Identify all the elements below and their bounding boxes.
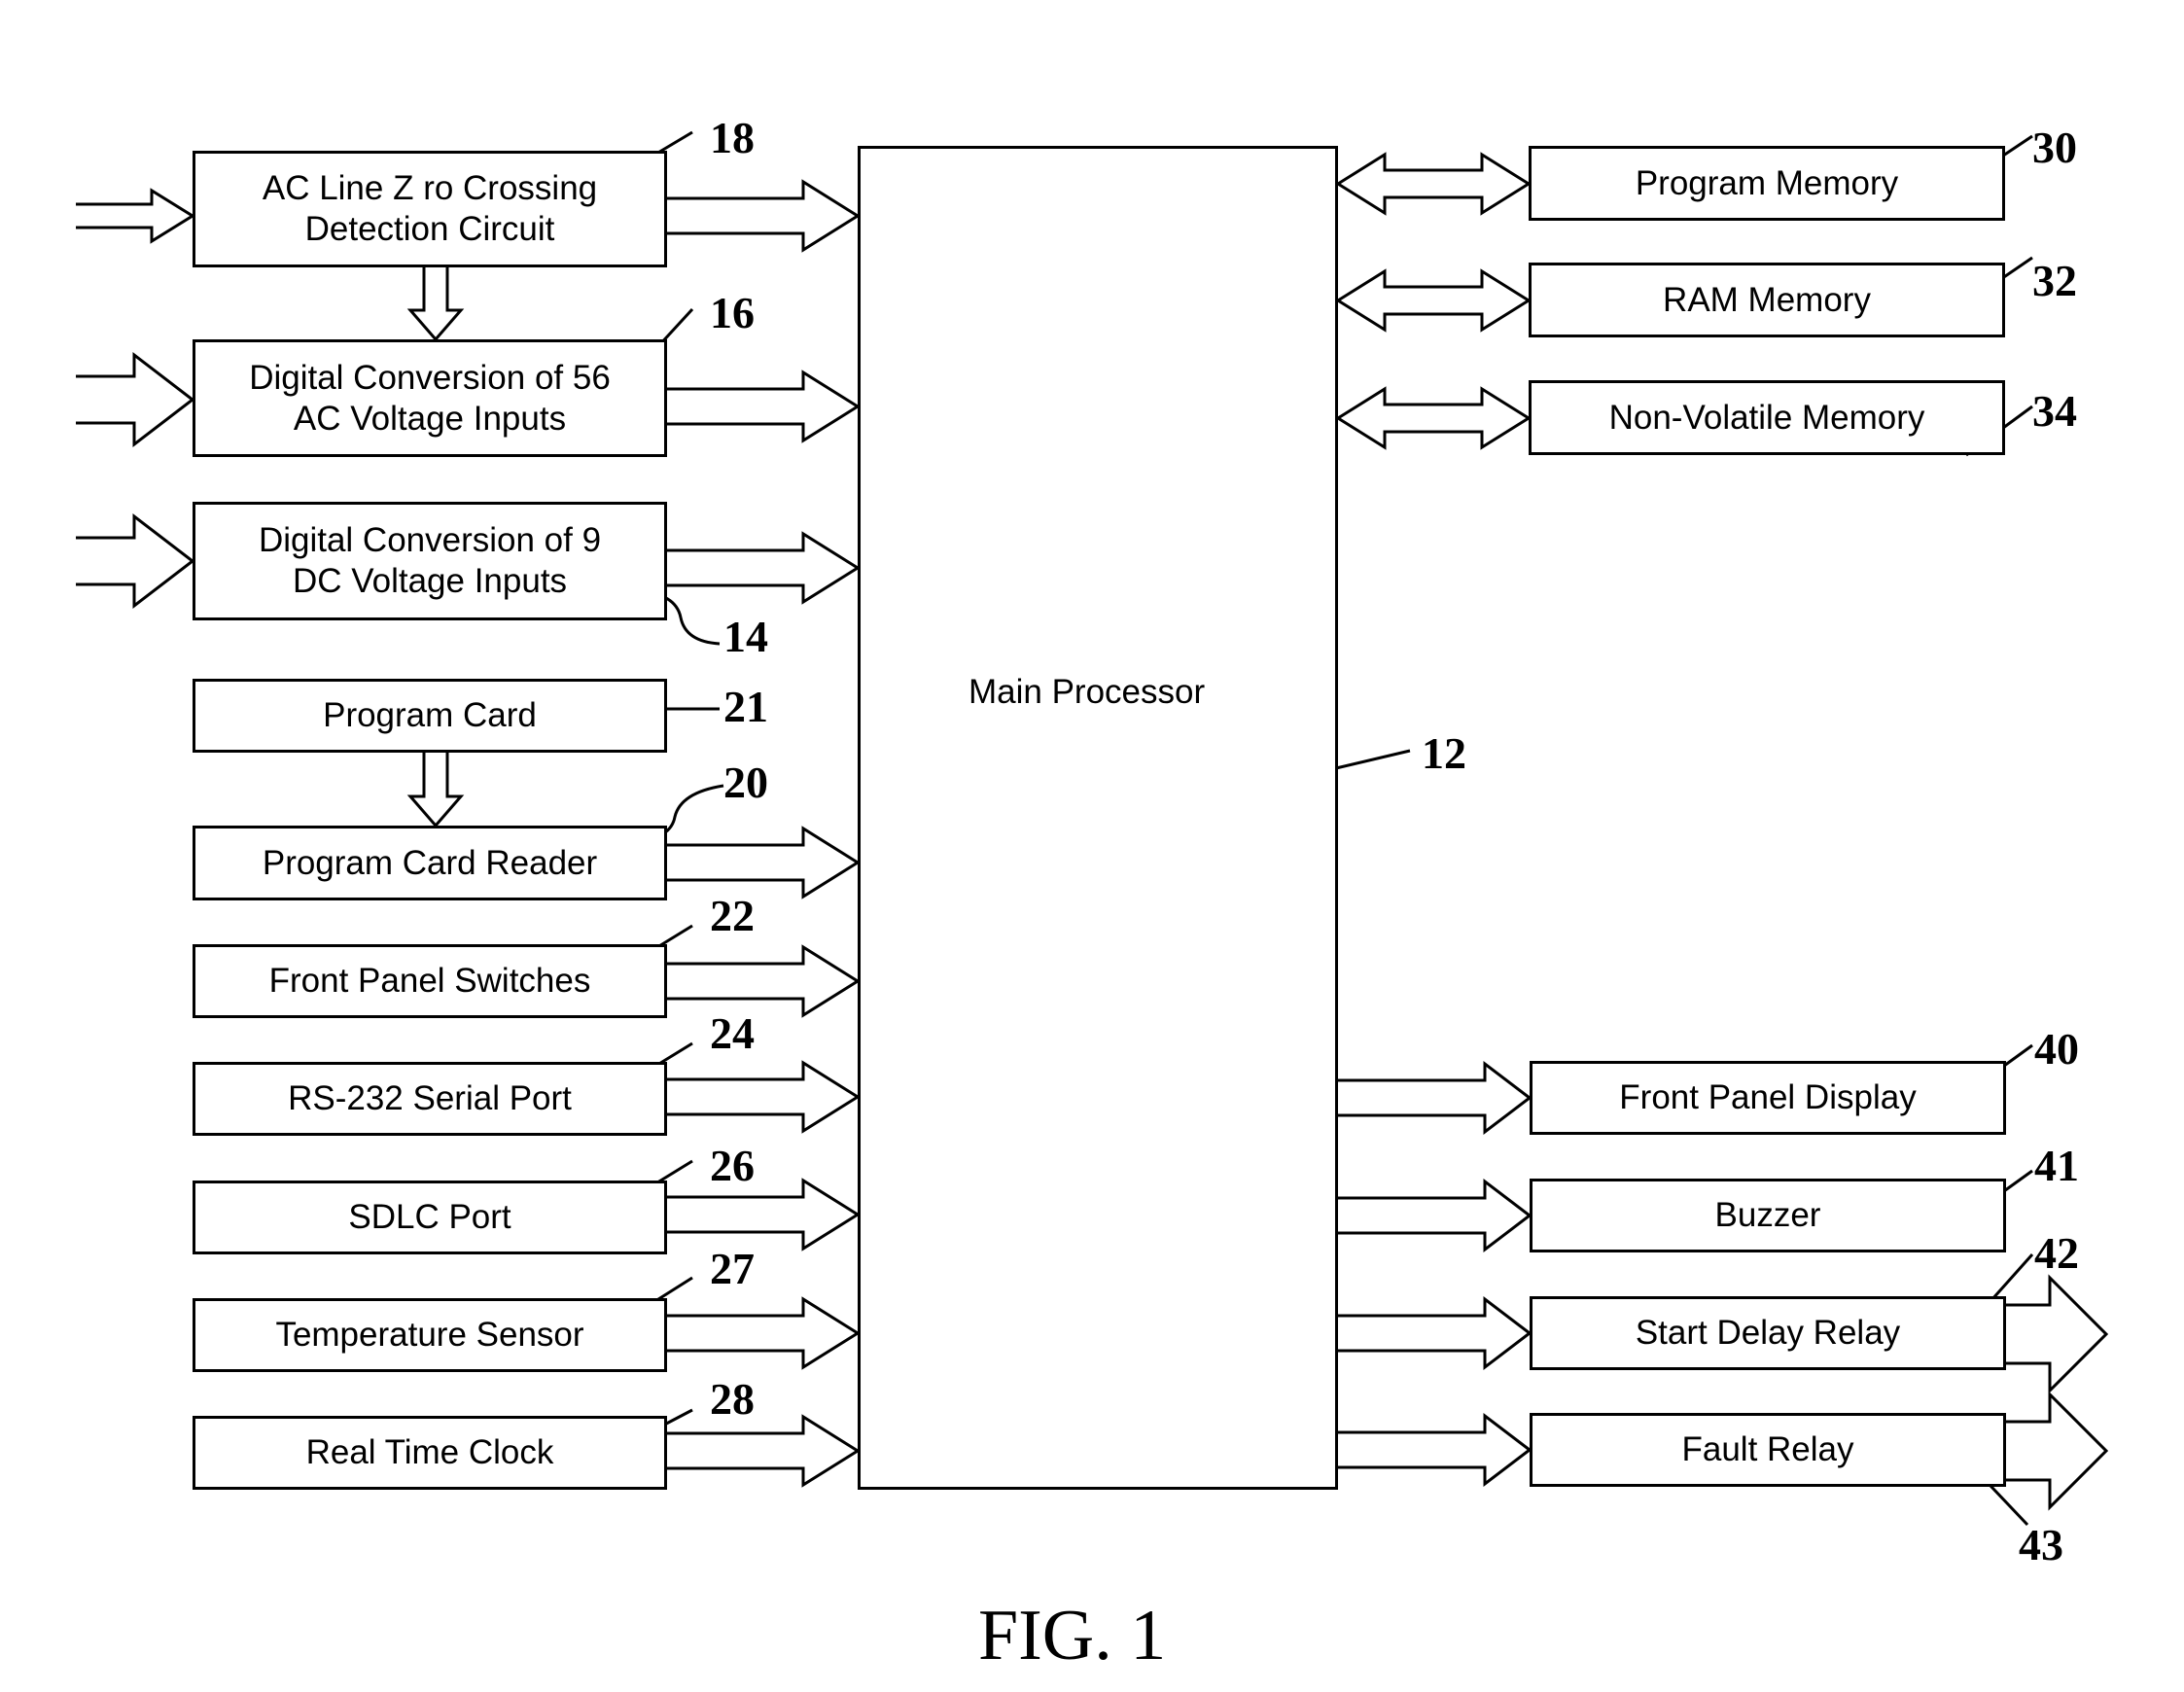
digital-conversion-of-56-ac-voltage-inputs-block: Digital Conversion of 56 AC Voltage Inpu… [193, 339, 667, 457]
block-label: Program Memory [1635, 163, 1899, 202]
block-label: Digital Conversion of 56 AC Voltage Inpu… [249, 358, 611, 438]
buzzer-block: Buzzer [1530, 1179, 2006, 1252]
ref-label-41: 41 [2034, 1141, 2079, 1190]
sdlc-port-block: SDLC Port [193, 1181, 667, 1254]
block-label: Program Card [323, 696, 537, 734]
ref-label-43: 43 [2019, 1520, 2063, 1569]
arrow-to-main-8 [667, 1296, 861, 1370]
ref-label-21: 21 [723, 682, 768, 731]
non-volatile-memory-block: Non-Volatile Memory [1529, 380, 2005, 455]
arrow-to-main-9 [667, 1414, 861, 1488]
arrow-to-output-0 [1338, 1060, 1532, 1136]
ram-memory-block: RAM Memory [1529, 263, 2005, 337]
rs-232-serial-port-block: RS-232 Serial Port [193, 1062, 667, 1136]
ref-label-28: 28 [710, 1374, 755, 1424]
block-label: SDLC Port [348, 1198, 511, 1236]
block-label: RAM Memory [1663, 280, 1871, 319]
program-memory-block: Program Memory [1529, 146, 2005, 221]
ref-label-40: 40 [2034, 1024, 2079, 1074]
relay-output-arrow-42 [2006, 1274, 2109, 1394]
memory-bus-arrow-0 [1335, 152, 1532, 216]
digital-conversion-of-9-dc-voltage-inputs-block: Digital Conversion of 9 DC Voltage Input… [193, 502, 667, 620]
block-label: Non-Volatile Memory [1608, 398, 1925, 437]
memory-bus-arrow-2 [1335, 386, 1532, 450]
ref-label-18: 18 [710, 113, 755, 162]
temperature-sensor-block: Temperature Sensor [193, 1298, 667, 1372]
arrow-to-main-0 [667, 179, 861, 253]
block-label: Program Card Reader [262, 843, 598, 882]
block-label: Front Panel Display [1619, 1078, 1917, 1116]
arrow-to-main-2 [667, 531, 861, 605]
ref-label-30: 30 [2032, 123, 2077, 172]
front-panel-switches-block: Front Panel Switches [193, 944, 667, 1018]
arrow-to-output-1 [1338, 1178, 1532, 1253]
memory-bus-arrow-1 [1335, 268, 1532, 333]
relay-output-arrow-43 [2006, 1391, 2109, 1511]
block-label: Front Panel Switches [268, 962, 591, 1000]
ref-label-14: 14 [723, 612, 768, 661]
ref-label-12: 12 [1422, 728, 1466, 778]
arrow-to-main-1 [667, 370, 861, 443]
ref-label-24: 24 [710, 1008, 755, 1058]
arrow-21-to-20 [406, 753, 465, 828]
block-label: Fault Relay [1681, 1430, 1854, 1468]
block-label: Digital Conversion of 9 DC Voltage Input… [258, 521, 602, 600]
ref-label-26: 26 [710, 1141, 755, 1190]
ref-label-27: 27 [710, 1244, 755, 1293]
arrow-to-main-4 [667, 826, 861, 899]
program-card-block: Program Card [193, 679, 667, 753]
real-time-clock-block: Real Time Clock [193, 1416, 667, 1490]
ref-label-34: 34 [2032, 386, 2077, 436]
arrow-to-main-5 [667, 944, 861, 1018]
block-label: Temperature Sensor [275, 1316, 584, 1354]
ref-label-16: 16 [710, 288, 755, 337]
block-label: Real Time Clock [305, 1433, 554, 1471]
arrow-to-main-7 [667, 1178, 861, 1251]
start-delay-relay-block: Start Delay Relay [1530, 1296, 2006, 1370]
figure-caption: FIG. 1 [978, 1596, 1167, 1675]
front-panel-display-block: Front Panel Display [1530, 1061, 2006, 1135]
program-card-reader-block: Program Card Reader [193, 826, 667, 900]
ref-label-32: 32 [2032, 256, 2077, 305]
input-arrow-14 [76, 512, 195, 610]
ac-line-z-ro-crossing-detection-circuit-block: AC Line Z ro Crossing Detection Circuit [193, 151, 667, 267]
block-label: AC Line Z ro Crossing Detection Circuit [262, 169, 598, 248]
arrow-to-output-2 [1338, 1295, 1532, 1371]
ref-label-20: 20 [723, 758, 768, 807]
input-arrow-16 [76, 351, 195, 448]
block-label: Buzzer [1714, 1196, 1821, 1234]
arrow-to-main-6 [667, 1060, 861, 1134]
arrow-18-to-16 [406, 267, 465, 342]
ref-label-42: 42 [2034, 1228, 2079, 1278]
input-arrow-18 [76, 188, 195, 244]
arrow-to-output-3 [1338, 1412, 1532, 1488]
block-label: RS-232 Serial Port [288, 1079, 572, 1117]
main-processor-block [858, 146, 1338, 1490]
fault-relay-block: Fault Relay [1530, 1413, 2006, 1487]
ref-label-22: 22 [710, 891, 755, 940]
block-label: Start Delay Relay [1635, 1314, 1901, 1352]
main-processor-label: Main Processor [969, 673, 1206, 711]
